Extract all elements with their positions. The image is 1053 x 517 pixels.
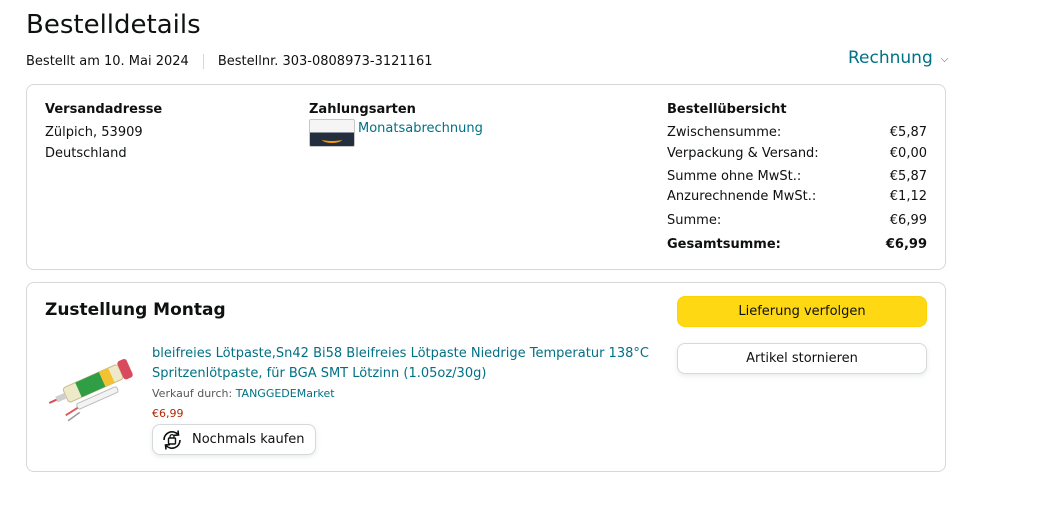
amazon-card-icon bbox=[309, 119, 355, 147]
summary-label: Summe: bbox=[667, 213, 722, 228]
summary-heading: Bestellübersicht bbox=[667, 102, 787, 117]
summary-label: Gesamtsumme: bbox=[667, 237, 781, 252]
address-line-1: Zülpich, 53909 bbox=[45, 125, 143, 140]
order-summary-card: Versandadresse Zülpich, 53909 Deutschlan… bbox=[26, 84, 946, 270]
summary-label: Anzurechnende MwSt.: bbox=[667, 189, 817, 204]
product-price: €6,99 bbox=[152, 407, 184, 420]
seller-info: Verkauf durch: TANGGEDEMarket bbox=[152, 387, 335, 400]
payment-method-link[interactable]: Monatsabrechnung bbox=[358, 121, 483, 136]
track-package-button[interactable]: Lieferung verfolgen bbox=[677, 296, 927, 327]
order-meta: Bestellt am 10. Mai 2024 Bestellnr. 303-… bbox=[26, 54, 432, 69]
summary-label: Verpackung & Versand: bbox=[667, 146, 819, 161]
meta-divider bbox=[202, 54, 204, 69]
shipment-card: Zustellung Montag Lieferung verfolgen Ar… bbox=[26, 282, 946, 472]
summary-row-shipping: Verpackung & Versand: €0,00 bbox=[667, 146, 927, 161]
summary-row-subtotal: Zwischensumme: €5,87 bbox=[667, 125, 927, 140]
summary-row-sum: Summe: €6,99 bbox=[667, 213, 927, 228]
product-image[interactable] bbox=[49, 343, 139, 423]
invoice-dropdown[interactable]: Rechnung ⌵ bbox=[848, 48, 948, 68]
product-title-link[interactable]: bleifreies Lötpaste,Sn42 Bi58 Bleifreies… bbox=[152, 344, 652, 384]
summary-value: €5,87 bbox=[889, 169, 927, 184]
summary-row-total: Gesamtsumme: €6,99 bbox=[667, 237, 927, 252]
buy-again-label: Nochmals kaufen bbox=[192, 432, 305, 447]
summary-label: Zwischensumme: bbox=[667, 125, 782, 140]
order-date: Bestellt am 10. Mai 2024 bbox=[26, 54, 189, 69]
page-title: Bestelldetails bbox=[26, 10, 201, 40]
chevron-down-icon: ⌵ bbox=[940, 53, 949, 65]
summary-value: €6,99 bbox=[889, 213, 927, 228]
delivery-title: Zustellung Montag bbox=[45, 300, 226, 320]
buy-again-button[interactable]: Nochmals kaufen bbox=[152, 424, 316, 455]
invoice-label: Rechnung bbox=[848, 48, 933, 68]
payment-heading: Zahlungsarten bbox=[309, 102, 416, 117]
address-line-2: Deutschland bbox=[45, 146, 127, 161]
summary-row-vat: Anzurechnende MwSt.: €1,12 bbox=[667, 189, 927, 204]
order-number: Bestellnr. 303-0808973-3121161 bbox=[217, 54, 433, 69]
summary-label: Summe ohne MwSt.: bbox=[667, 169, 802, 184]
cancel-item-button[interactable]: Artikel stornieren bbox=[677, 343, 927, 374]
shipping-address-heading: Versandadresse bbox=[45, 102, 163, 117]
summary-value: €6,99 bbox=[885, 237, 927, 252]
seller-prefix: Verkauf durch: bbox=[152, 387, 236, 400]
summary-row-net: Summe ohne MwSt.: €5,87 bbox=[667, 169, 927, 184]
seller-link[interactable]: TANGGEDEMarket bbox=[236, 387, 335, 400]
summary-value: €1,12 bbox=[889, 189, 927, 204]
summary-value: €0,00 bbox=[889, 146, 927, 161]
rebuy-icon bbox=[159, 429, 185, 451]
summary-value: €5,87 bbox=[889, 125, 927, 140]
